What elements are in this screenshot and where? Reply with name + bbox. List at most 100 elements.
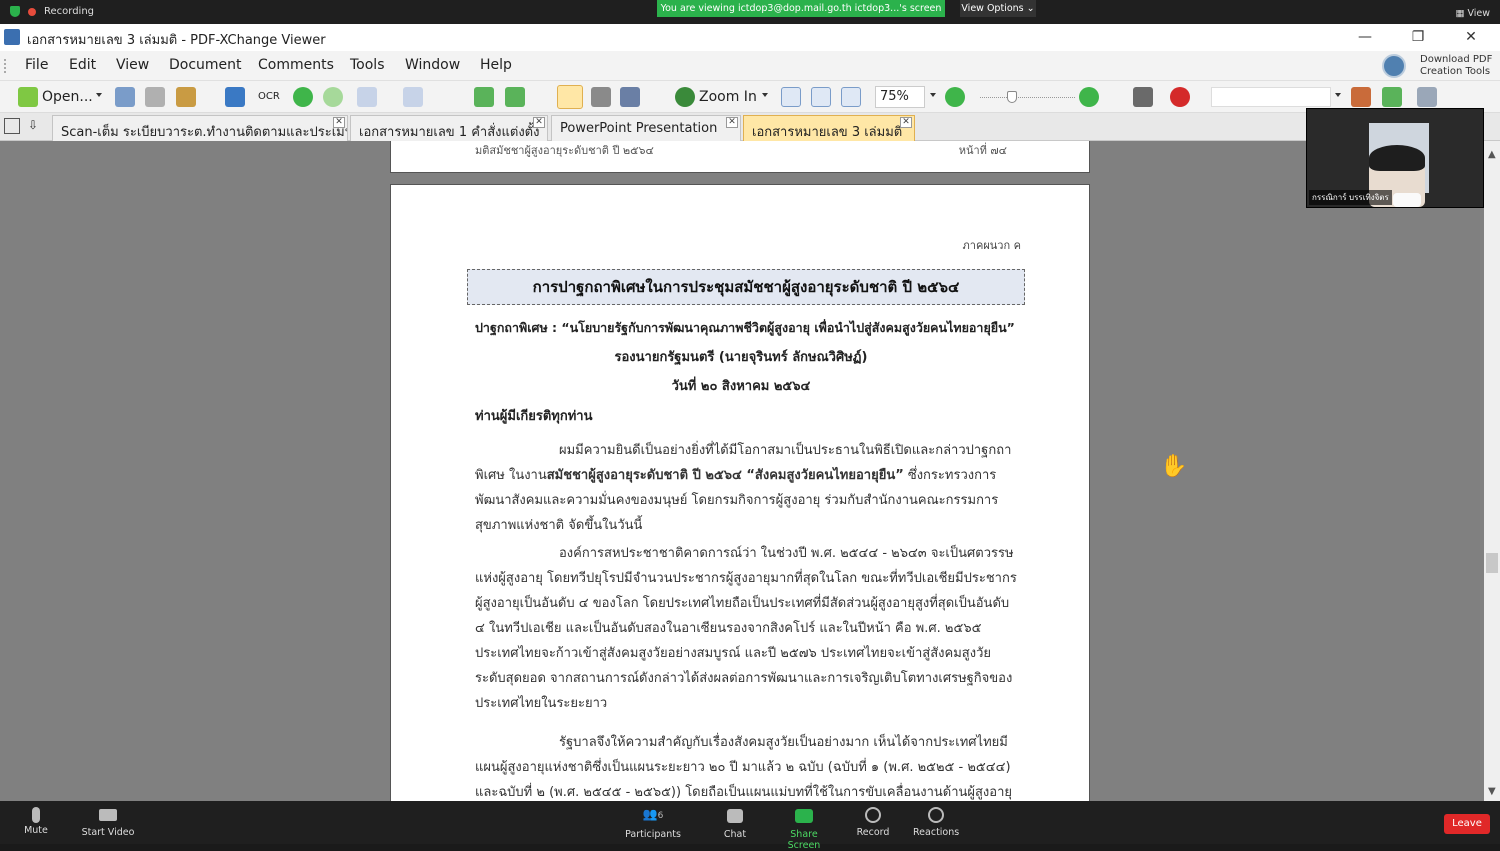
minimize-button[interactable]: —	[1345, 26, 1385, 48]
video-off-icon	[99, 809, 117, 821]
hand-tool-icon[interactable]	[557, 85, 583, 109]
record-label: Record	[856, 827, 890, 838]
link-icon[interactable]	[1133, 87, 1153, 107]
scroll-down-icon[interactable]: ▼	[1488, 786, 1496, 797]
zoom-value-dropdown-icon[interactable]	[930, 93, 936, 97]
recording-dot-icon	[28, 7, 36, 16]
tab-label: PowerPoint Presentation	[560, 121, 718, 136]
view-button[interactable]: ▦ View	[1455, 8, 1490, 19]
zoom-in-icon[interactable]	[675, 87, 695, 107]
redo-icon[interactable]	[403, 87, 423, 107]
reactions-button[interactable]: Reactions	[913, 807, 959, 838]
salutation: ท่านผู้มีเกียรติทุกท่าน	[475, 409, 593, 424]
previous-page: มติสมัชชาผู้สูงอายุระดับชาติ ปี ๒๕๖๔ หน้…	[390, 141, 1090, 173]
menu-file[interactable]: File	[25, 57, 48, 73]
tab-close-icon[interactable]: ✕	[900, 117, 912, 128]
tab-powerpoint[interactable]: PowerPoint Presentation ✕	[551, 115, 741, 141]
chat-button[interactable]: Chat	[718, 807, 752, 840]
tab-close-icon[interactable]: ✕	[533, 117, 545, 128]
tab-close-icon[interactable]: ✕	[333, 117, 345, 128]
menu-edit[interactable]: Edit	[69, 57, 96, 73]
menu-comments[interactable]: Comments	[258, 57, 334, 73]
zoom-dropdown-icon[interactable]	[762, 93, 768, 97]
download-pdf-tools-button[interactable]: Download PDF Creation Tools	[1380, 52, 1496, 80]
thumbnails-icon[interactable]	[4, 118, 20, 134]
find-next-icon[interactable]	[1382, 87, 1402, 107]
menu-tools[interactable]: Tools	[350, 57, 385, 73]
print-icon[interactable]	[145, 87, 165, 107]
para2-text: องค์การสหประชาชาติคาดการณ์ว่า ในช่วงปี พ…	[475, 546, 1017, 711]
chat-label: Chat	[723, 829, 747, 840]
filter-icon[interactable]	[1417, 87, 1437, 107]
tab-doc3[interactable]: เอกสารหมายเลข 3 เล่มมติ ✕	[743, 115, 915, 141]
share-screen-button[interactable]: Share Screen	[774, 807, 834, 851]
page-heading: การปาฐกถาพิเศษในการประชุมสมัชชาผู้สูงอาย…	[467, 269, 1025, 305]
search-input[interactable]	[1211, 87, 1331, 107]
open-folder-icon[interactable]	[18, 87, 38, 107]
start-video-button[interactable]: Start Video	[80, 807, 136, 838]
save-icon[interactable]	[115, 87, 135, 107]
open-dropdown-icon[interactable]	[96, 93, 102, 97]
menu-bar: File Edit View Document Comments Tools W…	[0, 51, 1500, 81]
zoom-bottom-bar: Mute Start Video 👥6 Participants Chat Sh…	[0, 801, 1500, 851]
zoom-level-field[interactable]: 75%	[875, 86, 925, 108]
forward-arrow-icon[interactable]	[323, 87, 343, 107]
zoom-slider-thumb[interactable]	[1007, 91, 1017, 103]
fit-page-icon[interactable]	[811, 87, 831, 107]
participant-hair	[1369, 145, 1425, 171]
record-button[interactable]: Record	[856, 807, 890, 838]
zoom-plus-icon[interactable]	[1079, 87, 1099, 107]
download-line1: Download PDF	[1420, 54, 1493, 65]
document-view[interactable]: มติสมัชชาผู้สูงอายุระดับชาติ ปี ๒๕๖๔ หน้…	[0, 141, 1484, 801]
close-button[interactable]: ✕	[1451, 26, 1491, 48]
zoom-top-bar: Recording You are viewing ictdop3@dop.ma…	[0, 0, 1500, 24]
face-mask	[1393, 193, 1421, 207]
fit-width-icon[interactable]	[841, 87, 861, 107]
menu-view[interactable]: View	[116, 57, 149, 73]
tab-label: Scan-เต็ม ระเบียบวาระต.ทำงานติดตามและประ…	[61, 125, 348, 140]
tab-close-icon[interactable]: ✕	[726, 117, 738, 128]
back-arrow-icon[interactable]	[293, 87, 313, 107]
chat-icon	[727, 809, 743, 823]
open-button[interactable]: Open...	[42, 86, 93, 108]
zoom-in-button[interactable]: Zoom In	[699, 86, 757, 108]
download-line2: Creation Tools	[1420, 66, 1491, 77]
tab-doc1[interactable]: เอกสารหมายเลข 1 คำสั่งแต่งตั้ง ✕	[350, 115, 548, 141]
menubar-grip	[4, 59, 8, 73]
vertical-scrollbar[interactable]: ▲ ▼	[1484, 141, 1500, 801]
undo-icon[interactable]	[357, 87, 377, 107]
tab-list-icon[interactable]: ⇩	[28, 118, 48, 134]
mute-button[interactable]: Mute	[22, 807, 50, 836]
scan-icon[interactable]	[225, 87, 245, 107]
scroll-up-icon[interactable]: ▲	[1488, 149, 1496, 160]
zoom-out-icon[interactable]	[945, 87, 965, 107]
scrollbar-thumb[interactable]	[1486, 553, 1498, 573]
para1-bold: สมัชชาผู้สูงอายุระดับชาติ ปี ๒๕๖๔ “สังคม…	[546, 468, 904, 483]
search-dropdown-icon[interactable]	[1335, 93, 1341, 97]
rotate-page-icon[interactable]	[505, 87, 525, 107]
snapshot-icon[interactable]	[591, 87, 611, 107]
menu-document[interactable]: Document	[169, 57, 242, 73]
rotate-icon[interactable]	[474, 87, 494, 107]
speech-date: วันที่ ๒๐ สิงหาคม ๒๕๖๔	[671, 379, 811, 394]
typewriter-icon[interactable]	[1170, 87, 1190, 107]
menu-window[interactable]: Window	[405, 57, 460, 73]
restore-button[interactable]: ❐	[1398, 26, 1438, 48]
tab-label: เอกสารหมายเลข 3 เล่มมติ	[752, 125, 903, 140]
participant-video[interactable]: กรรณิการ์ บรรเทิงจิตร	[1306, 108, 1484, 208]
zoom-slider-track[interactable]	[980, 97, 1075, 98]
ocr-button[interactable]: OCR	[258, 86, 280, 108]
speech-title: ปาฐกถาพิเศษ : “นโยบายรัฐกับการพัฒนาคุณภา…	[475, 320, 1015, 335]
actual-size-icon[interactable]	[781, 87, 801, 107]
leave-button[interactable]: Leave	[1444, 814, 1490, 834]
reactions-icon	[928, 807, 944, 823]
menu-help[interactable]: Help	[480, 57, 512, 73]
participants-button[interactable]: 👥6 Participants	[624, 807, 682, 840]
tab-scan[interactable]: Scan-เต็ม ระเบียบวาระต.ทำงานติดตามและประ…	[52, 115, 348, 141]
select-text-icon[interactable]	[620, 87, 640, 107]
find-icon[interactable]	[1351, 87, 1371, 107]
view-options-button[interactable]: View Options ⌄	[960, 0, 1036, 17]
tab-label: เอกสารหมายเลข 1 คำสั่งแต่งตั้ง	[359, 125, 540, 140]
email-icon[interactable]	[176, 87, 196, 107]
window-titlebar: เอกสารหมายเลข 3 เล่มมติ - PDF-XChange Vi…	[0, 24, 1500, 51]
